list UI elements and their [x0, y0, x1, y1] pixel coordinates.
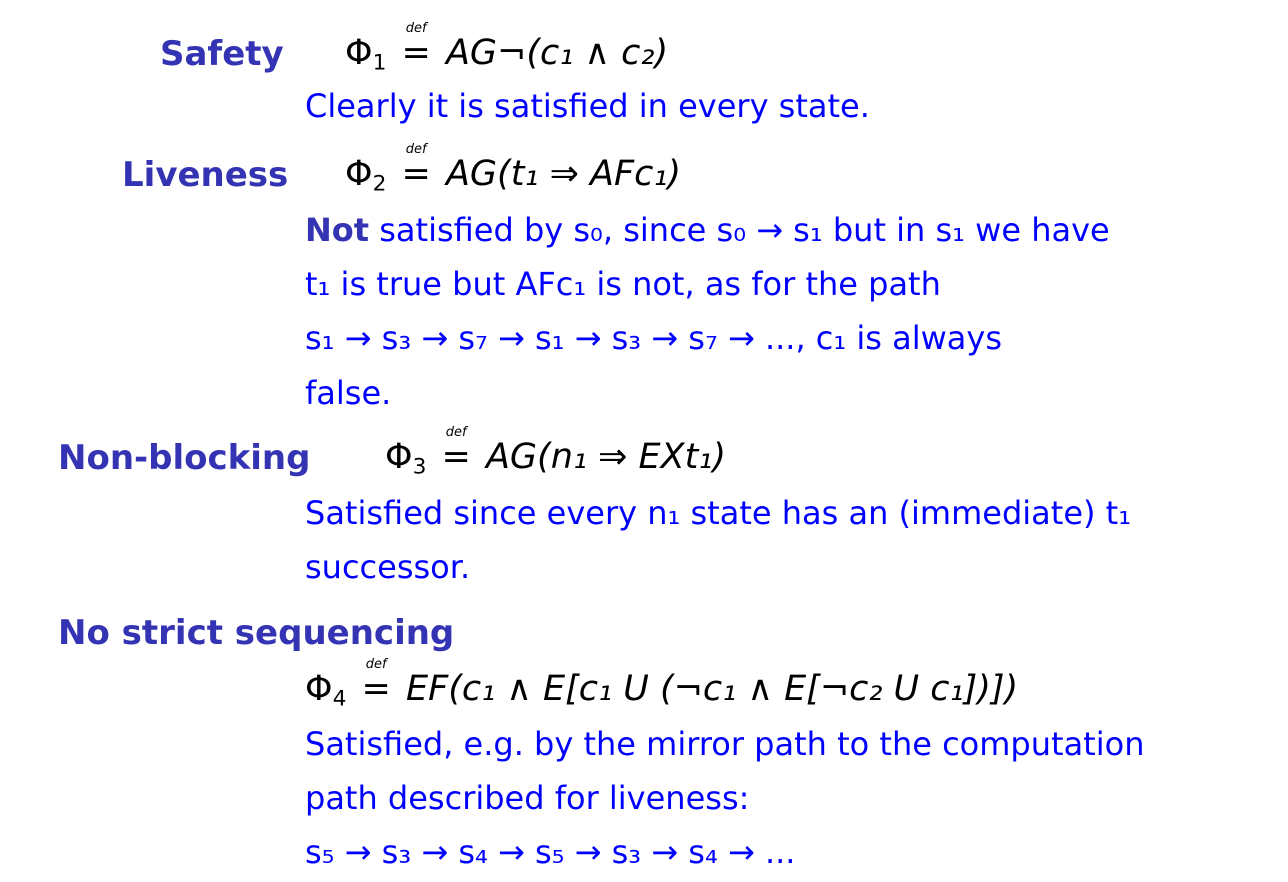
- def-equals-symbol: def =: [401, 142, 431, 194]
- not-keyword: Not: [305, 211, 370, 249]
- term-liveness: Liveness: [122, 155, 289, 195]
- safety-explanation: Clearly it is satisfied in every state.: [305, 87, 870, 125]
- nostrict-explanation-line2: path described for liveness:: [305, 779, 750, 817]
- def-label: def: [365, 657, 387, 672]
- nostrict-explanation-line1: Satisfied, e.g. by the mirror path to th…: [305, 725, 1145, 763]
- formula-rhs: EF(c₁ ∧ E[c₁ U (¬c₁ ∧ E[¬c₂ U c₁])]): [405, 669, 1019, 709]
- def-label: def: [405, 142, 427, 157]
- term-no-strict-sequencing: No strict sequencing: [58, 613, 455, 653]
- term-nonblocking: Non-blocking: [58, 438, 311, 478]
- liveness-explanation-line4: false.: [305, 374, 392, 412]
- phi-symbol: Φ: [345, 33, 373, 73]
- nonblocking-explanation-line1: Satisfied since every n₁ state has an (i…: [305, 494, 1132, 532]
- phi-symbol: Φ: [385, 437, 413, 477]
- phi-index: 1: [372, 50, 387, 76]
- formula-nonblocking: Φ3 def = AG(n₁ ⇒ EXt₁): [385, 425, 726, 478]
- phi-symbol: Φ: [305, 669, 333, 709]
- phi-index: 3: [412, 454, 427, 480]
- nostrict-explanation-line3: s₅ → s₃ → s₄ → s₅ → s₃ → s₄ → ...: [305, 833, 796, 871]
- formula-liveness: Φ2 def = AG(t₁ ⇒ AFc₁): [345, 142, 682, 195]
- liveness-explanation-line3: s₁ → s₃ → s₇ → s₁ → s₃ → s₇ → ..., c₁ is…: [305, 319, 1003, 357]
- formula-rhs: AG¬(c₁ ∧ c₂): [445, 33, 669, 73]
- formula-safety: Φ1 def = AG¬(c₁ ∧ c₂): [345, 21, 669, 74]
- phi-symbol: Φ: [345, 154, 373, 194]
- formula-rhs: AG(t₁ ⇒ AFc₁): [445, 154, 682, 194]
- phi-index: 2: [372, 171, 387, 197]
- nonblocking-explanation-line2: successor.: [305, 548, 471, 586]
- def-equals-symbol: def =: [401, 21, 431, 73]
- phi-index: 4: [332, 686, 347, 712]
- formula-rhs: AG(n₁ ⇒ EXt₁): [485, 437, 726, 477]
- def-equals-symbol: def =: [361, 657, 391, 709]
- term-safety: Safety: [160, 34, 284, 74]
- liveness-line1-text: satisfied by s₀, since s₀ → s₁ but in s₁…: [369, 211, 1110, 249]
- liveness-explanation-line1: Not satisfied by s₀, since s₀ → s₁ but i…: [305, 214, 1110, 246]
- def-label: def: [445, 425, 467, 440]
- def-label: def: [405, 21, 427, 36]
- def-equals-symbol: def =: [441, 425, 471, 477]
- formula-no-strict-sequencing: Φ4 def = EF(c₁ ∧ E[c₁ U (¬c₁ ∧ E[¬c₂ U c₁…: [305, 657, 1019, 710]
- liveness-explanation-line2: t₁ is true but AFc₁ is not, as for the p…: [305, 265, 941, 303]
